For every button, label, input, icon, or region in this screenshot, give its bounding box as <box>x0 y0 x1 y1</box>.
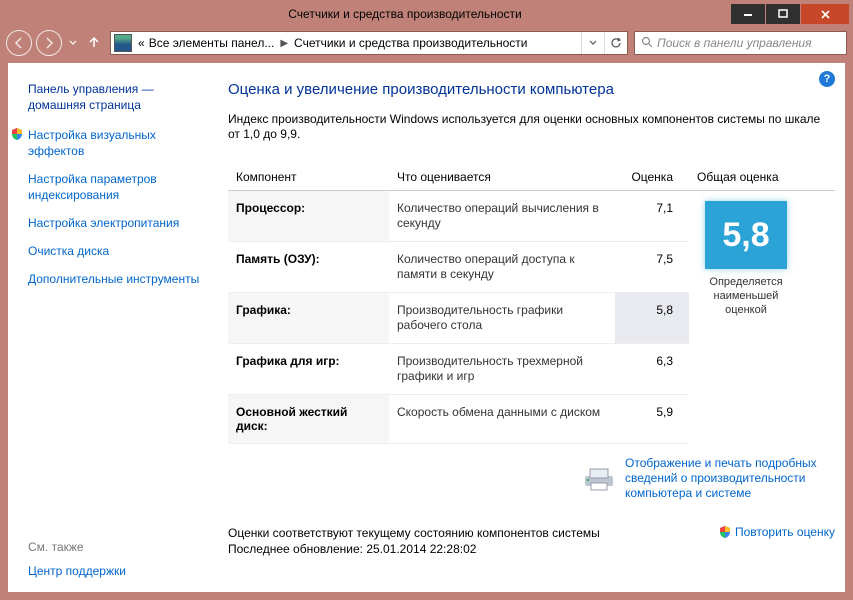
breadcrumb-seg-2[interactable]: Счетчики и средства производительности <box>292 36 529 50</box>
arrow-up-icon <box>87 35 101 49</box>
printer-icon <box>581 466 617 492</box>
history-dropdown[interactable] <box>66 38 80 49</box>
col-base: Общая оценка <box>689 164 835 191</box>
base-score-caption: Определяется наименьшей оценкой <box>697 275 795 317</box>
status-text: Оценки соответствуют текущему состоянию … <box>228 525 718 557</box>
cell-what: Скорость обмена данными с диском <box>389 395 615 444</box>
content-area: ? Панель управления — домашняя страница … <box>8 63 845 592</box>
col-component: Компонент <box>228 164 389 191</box>
control-panel-home-link[interactable]: Панель управления — домашняя страница <box>28 81 208 113</box>
shield-icon <box>718 525 732 539</box>
up-button[interactable] <box>84 35 104 52</box>
maximize-icon <box>778 9 788 19</box>
control-panel-icon <box>114 34 132 52</box>
close-button[interactable] <box>801 4 849 24</box>
wei-table: Компонент Что оценивается Оценка Общая о… <box>228 164 835 444</box>
forward-button[interactable] <box>36 30 62 56</box>
base-score-cell: 5,8 Определяется наименьшей оценкой <box>689 191 835 444</box>
cell-score: 5,8 <box>615 293 689 344</box>
refresh-icon <box>610 37 622 49</box>
rerun-assessment-link[interactable]: Повторить оценку <box>718 525 835 539</box>
print-details-link[interactable]: Отображение и печать подробных сведений … <box>625 456 835 501</box>
nav-toolbar: « Все элементы панел... ▶ Счетчики и сре… <box>0 28 853 58</box>
action-center-link[interactable]: Центр поддержки <box>28 564 126 578</box>
print-details-row: Отображение и печать подробных сведений … <box>228 456 835 501</box>
sidebar-item-advanced-tools[interactable]: Дополнительные инструменты <box>28 271 208 287</box>
table-row: Процессор: Количество операций вычислени… <box>228 191 835 242</box>
arrow-right-icon <box>43 37 55 49</box>
page-heading: Оценка и увеличение производительности к… <box>228 81 835 98</box>
arrow-left-icon <box>13 37 25 49</box>
see-also: См. также Центр поддержки <box>28 540 126 578</box>
search-icon <box>641 36 653 51</box>
sidebar-item-power[interactable]: Настройка электропитания <box>28 215 208 231</box>
titlebar[interactable]: Счетчики и средства производительности <box>0 0 853 28</box>
sidebar-item-label: Настройка визуальных эффектов <box>28 127 208 159</box>
cell-what: Производительность трехмерной графики и … <box>389 344 615 395</box>
breadcrumb-pre[interactable]: « <box>136 36 147 50</box>
cell-component: Графика: <box>228 293 389 344</box>
status-row: Оценки соответствуют текущему состоянию … <box>228 525 835 557</box>
cell-what: Производительность графики рабочего стол… <box>389 293 615 344</box>
cell-score: 7,1 <box>615 191 689 242</box>
chevron-down-icon <box>69 40 77 46</box>
maximize-button[interactable] <box>766 4 800 24</box>
sidebar-item-label: Очистка диска <box>28 243 109 259</box>
search-placeholder: Поиск в панели управления <box>657 36 812 50</box>
chevron-down-icon <box>589 40 597 46</box>
sidebar-item-disk-cleanup[interactable]: Очистка диска <box>28 243 208 259</box>
shield-icon <box>10 127 24 141</box>
sidebar-item-label: Настройка параметров индексирования <box>28 171 208 203</box>
cell-what: Количество операций вычисления в секунду <box>389 191 615 242</box>
main-panel: Оценка и увеличение производительности к… <box>228 81 835 582</box>
cell-score: 6,3 <box>615 344 689 395</box>
close-icon <box>820 9 831 20</box>
chevron-right-icon: ▶ <box>276 38 292 49</box>
breadcrumb-seg-1[interactable]: Все элементы панел... <box>147 36 277 50</box>
sidebar-item-visual-effects[interactable]: Настройка визуальных эффектов <box>28 127 208 159</box>
cell-component: Графика для игр: <box>228 344 389 395</box>
cell-component: Основной жесткий диск: <box>228 395 389 444</box>
refresh-button[interactable] <box>604 32 627 54</box>
cell-what: Количество операций доступа к памяти в с… <box>389 242 615 293</box>
cell-score: 5,9 <box>615 395 689 444</box>
window-title: Счетчики и средства производительности <box>80 7 730 21</box>
base-score-badge: 5,8 <box>705 201 787 269</box>
see-also-header: См. также <box>28 540 126 554</box>
sidebar-item-label: Настройка электропитания <box>28 215 179 231</box>
window-buttons <box>730 4 849 24</box>
address-bar[interactable]: « Все элементы панел... ▶ Счетчики и сре… <box>110 31 628 55</box>
cell-score: 7,5 <box>615 242 689 293</box>
search-input[interactable]: Поиск в панели управления <box>634 31 847 55</box>
window: Счетчики и средства производительности <box>0 0 853 600</box>
back-button[interactable] <box>6 30 32 56</box>
sidebar-item-label: Дополнительные инструменты <box>28 271 199 287</box>
col-score: Оценка <box>615 164 689 191</box>
cell-component: Память (ОЗУ): <box>228 242 389 293</box>
rerun-label: Повторить оценку <box>735 525 835 539</box>
cell-component: Процессор: <box>228 191 389 242</box>
page-description: Индекс производительности Windows исполь… <box>228 112 835 142</box>
col-what: Что оценивается <box>389 164 615 191</box>
minimize-icon <box>743 9 753 19</box>
addr-dropdown-button[interactable] <box>581 32 604 54</box>
sidebar-item-indexing[interactable]: Настройка параметров индексирования <box>28 171 208 203</box>
sidebar: Панель управления — домашняя страница На… <box>8 63 218 592</box>
minimize-button[interactable] <box>731 4 765 24</box>
